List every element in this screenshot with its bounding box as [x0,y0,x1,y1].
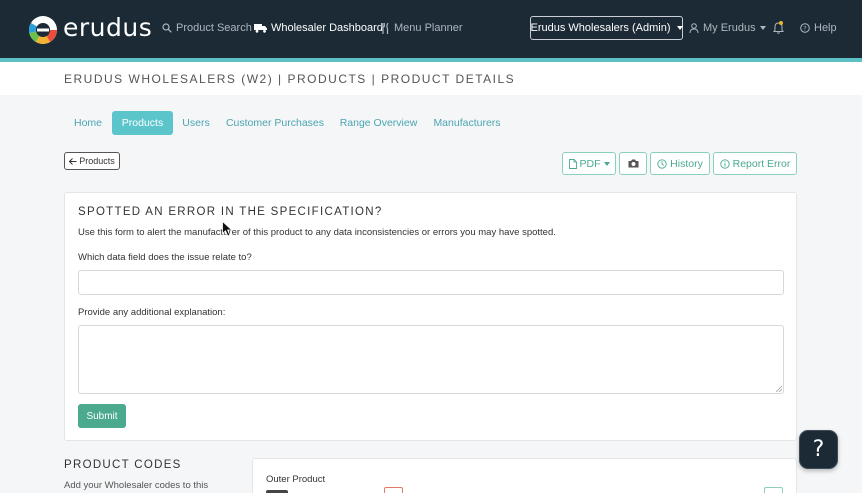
pdf-label: PDF [579,157,601,170]
account-dropdown[interactable]: Erudus Wholesalers (Admin) [530,16,683,40]
back-to-products-button[interactable]: Products [64,152,120,170]
search-icon [162,23,172,33]
arrow-left-icon [69,157,77,165]
back-button-label: Products [79,156,115,166]
nav-wholesaler-dashboard[interactable]: Wholesaler Dashboard [254,22,383,34]
history-label: History [670,157,703,170]
tab-home[interactable]: Home [67,111,109,135]
caret-down-icon [759,26,766,30]
breadcrumb: ERUDUS WHOLESALERS (W2) | PRODUCTS | PRO… [64,72,516,86]
nav-wholesaler-dashboard-label: Wholesaler Dashboard [271,22,383,34]
report-error-label: Report Error [732,157,791,170]
product-codes-description: Add your Wholesaler codes to this [64,480,209,491]
camera-button[interactable] [619,152,647,175]
product-codes-card [252,458,797,493]
account-dropdown-label: Erudus Wholesalers (Admin) [530,22,671,34]
outer-product-label: Outer Product [266,474,326,485]
camera-icon [628,159,638,168]
my-erudus-label: My Erudus [703,22,756,34]
nav-menu-planner-label: Menu Planner [394,22,463,34]
my-erudus-menu[interactable]: My Erudus [689,22,766,34]
caret-down-icon [603,161,610,166]
product-codes-title: PRODUCT CODES [64,459,182,471]
tab-customer-purchases[interactable]: Customer Purchases [223,111,327,135]
clock-icon [657,158,667,169]
caret-down-icon [676,26,683,30]
nav-menu-planner[interactable]: Menu Planner [381,22,463,34]
tab-manufacturers[interactable]: Manufacturers [428,111,506,135]
add-code-button[interactable] [764,487,783,493]
erudus-logo-icon[interactable] [28,15,58,45]
file-pdf-icon [568,158,577,169]
pdf-dropdown-button[interactable]: PDF [562,152,616,175]
help-label: Help [814,22,837,34]
help-link[interactable]: ? Help [800,22,837,34]
report-error-button[interactable]: Report Error [713,152,797,175]
tab-products[interactable]: Products [112,111,173,135]
explanation-textarea[interactable] [78,325,784,394]
delete-code-button[interactable] [384,487,403,493]
cutlery-icon [381,22,389,34]
data-field-input[interactable] [78,270,784,295]
notification-dot [779,21,783,25]
tab-range-overview[interactable]: Range Overview [336,111,421,135]
mouse-cursor-icon [222,221,233,237]
info-circle-icon [719,158,730,169]
user-icon [689,23,699,33]
report-error-description: Use this form to alert the manufacturer … [78,227,556,238]
tab-users[interactable]: Users [177,111,215,135]
question-circle-icon: ? [800,23,810,33]
submit-button[interactable]: Submit [78,404,126,428]
data-field-label: Which data field does the issue relate t… [78,252,252,263]
resize-grip-icon[interactable] [775,385,782,392]
nav-product-search[interactable]: Product Search [162,22,252,34]
history-button[interactable]: History [650,152,710,175]
explanation-label: Provide any additional explanation: [78,307,226,318]
truck-icon [254,24,267,33]
report-error-title: SPOTTED AN ERROR IN THE SPECIFICATION? [78,206,383,218]
brand-name[interactable]: erudus [63,13,152,42]
nav-product-search-label: Product Search [176,22,252,34]
help-chat-button[interactable]: ? [799,430,838,469]
svg-text:?: ? [803,25,806,33]
